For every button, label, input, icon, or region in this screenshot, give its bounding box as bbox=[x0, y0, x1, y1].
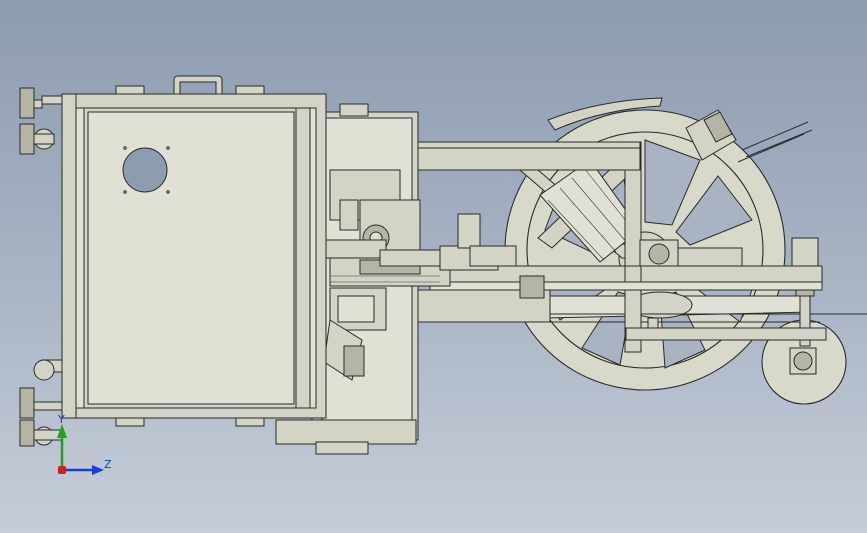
cad-viewport[interactable]: Y Z bbox=[0, 0, 867, 533]
caster-top bbox=[19, 87, 63, 155]
y-axis-label: Y bbox=[57, 413, 65, 426]
caster-bottom bbox=[19, 359, 63, 447]
cabinet-handle bbox=[173, 75, 223, 95]
z-axis-label: Z bbox=[104, 458, 112, 471]
drive-motor bbox=[685, 109, 813, 163]
main-cabinet bbox=[61, 85, 327, 427]
machine-assembly-drawing: Y Z bbox=[19, 75, 867, 475]
coordinate-triad bbox=[57, 424, 104, 475]
